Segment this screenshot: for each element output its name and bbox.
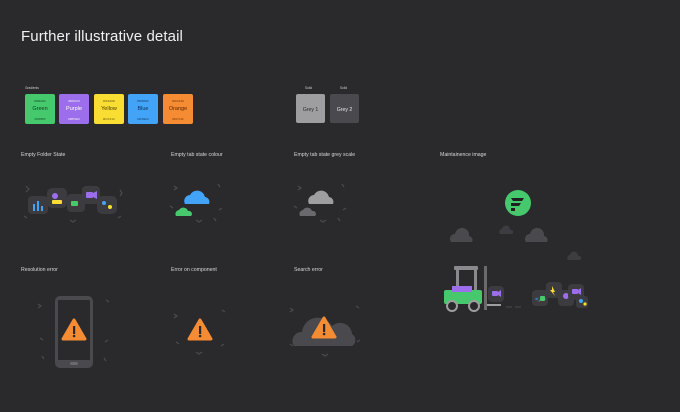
maintenance-illustration: </> [444, 190, 588, 312]
swatch-top-hex: #6BE38A [34, 99, 46, 103]
grey2-label: Solid [340, 86, 348, 90]
swatch-name: Orange [168, 106, 188, 112]
label-maintenance: Maintainence image [440, 152, 487, 158]
swatch-grey-1: Grey 1 [296, 94, 325, 123]
label-empty-folder: Empty Folder State [21, 152, 66, 158]
swatch-name: Purple [66, 106, 82, 112]
swatch-bottom-hex: #F07A1F [172, 117, 184, 121]
swatch-orange: #FFA34D Orange #F07A1F [163, 94, 193, 124]
swatch-top-hex: #FFE94D [103, 99, 115, 103]
swatch-group-label: Gradients [25, 86, 39, 90]
resolution-error-illustration [37, 296, 110, 368]
swatch-top-hex: #B08CF0 [68, 99, 80, 103]
empty-folder-illustration [23, 185, 123, 223]
page-title: Further illustrative detail [21, 28, 183, 45]
cloud-icon [450, 227, 473, 242]
swatch-name: Grey 2 [336, 107, 353, 113]
search-error-illustration [289, 305, 361, 357]
cloud-small-icon [175, 207, 192, 216]
swatch-bottom-hex: #8B5FE0 [68, 117, 80, 121]
swatch-top-hex: #5DB8FF [137, 99, 149, 103]
error-component-illustration [173, 309, 226, 355]
grey1-label: Solid [305, 86, 313, 90]
swatch-green: #6BE38A Green #36B85F [25, 94, 55, 124]
swatch-purple: #B08CF0 Purple #8B5FE0 [59, 94, 89, 124]
label-empty-tab-colour: Empty tab state colour [171, 152, 223, 158]
swatch-yellow: #FFE94D Yellow #F2CF1C [94, 94, 124, 124]
cloud-icon [525, 227, 548, 242]
swatch-name: Green [32, 106, 48, 112]
swatch-name: Blue [137, 106, 149, 112]
swatch-bottom-hex: #F2CF1C [102, 117, 116, 121]
cloud-small-icon [299, 207, 316, 216]
label-search-error: Search error [294, 267, 323, 273]
swatch-top-hex: #FFA34D [172, 99, 184, 103]
cloud-icon [184, 190, 210, 204]
swatch-bottom-hex: #2F8EF0 [137, 117, 149, 121]
label-error-component: Error on component [171, 267, 217, 273]
swatch-blue: #5DB8FF Blue #2F8EF0 [128, 94, 158, 124]
card-pile-icon: </> [532, 282, 588, 308]
label-empty-tab-grey: Empty tab state grey scale [294, 152, 356, 158]
swatch-name: Yellow [101, 106, 117, 112]
cloud-icon [308, 190, 334, 204]
swatch-name: Grey 1 [302, 107, 319, 113]
empty-tab-colour-illustration [169, 183, 223, 223]
swatch-grey-2: Grey 2 [330, 94, 359, 123]
label-resolution-error: Resolution error [21, 267, 58, 273]
swatch-bottom-hex: #36B85F [34, 117, 46, 121]
empty-tab-grey-illustration [293, 183, 347, 223]
